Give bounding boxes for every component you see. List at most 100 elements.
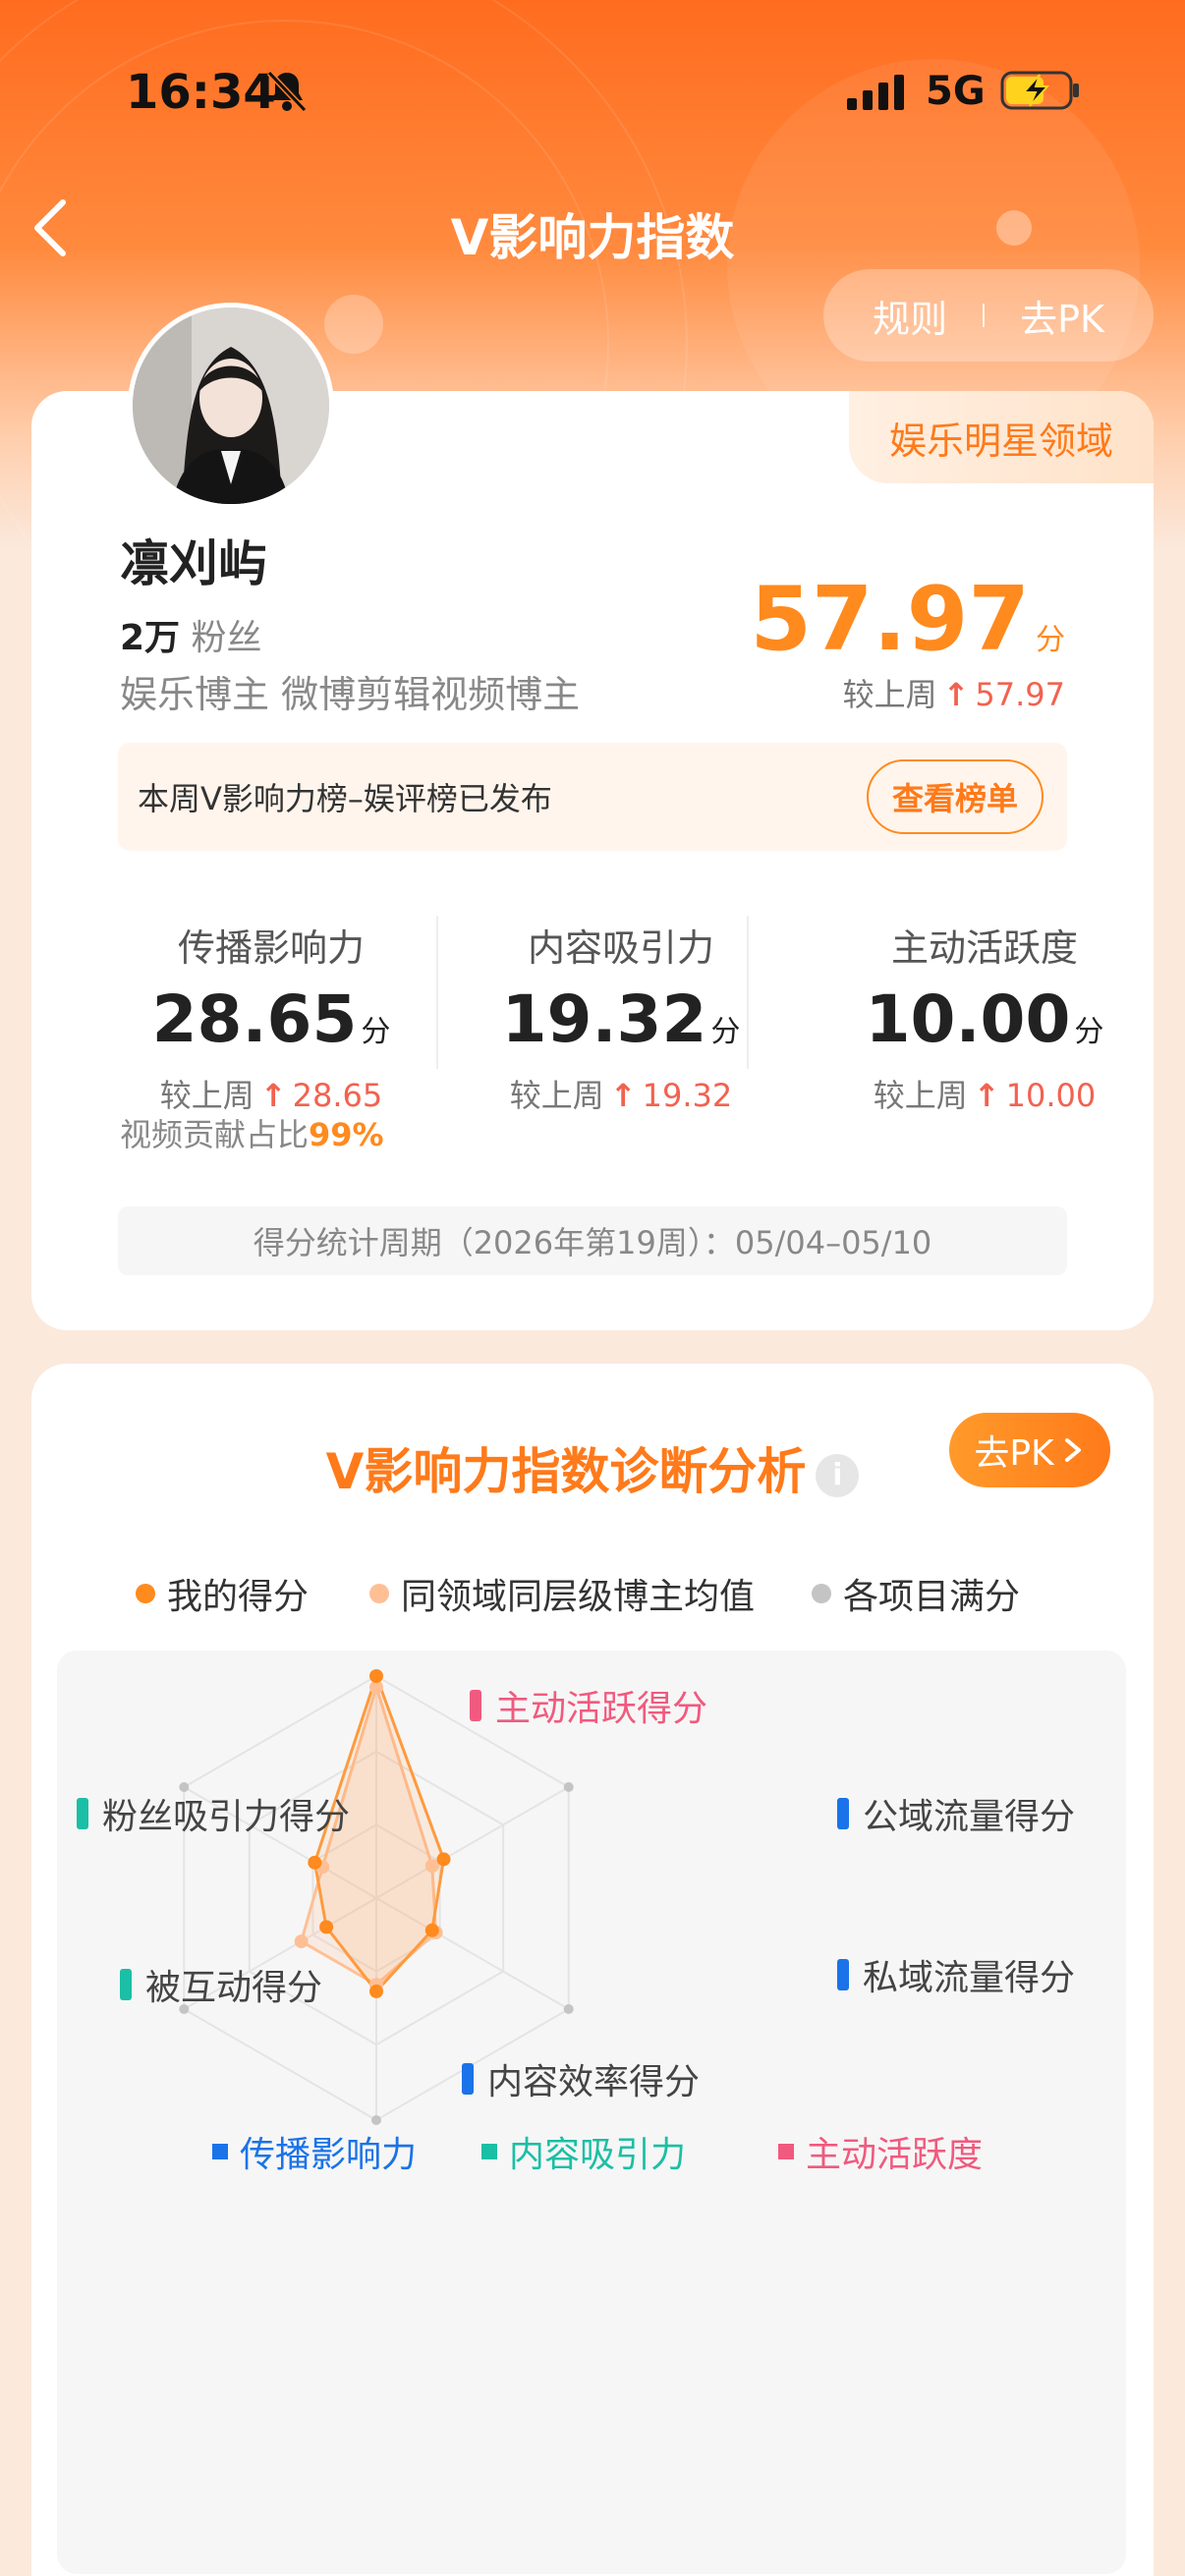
radar-my-score-point [369, 1984, 383, 1998]
bottom-legend-spread: 传播影响力 [212, 2126, 417, 2177]
avatar-image [133, 308, 329, 504]
axis-label-text: 公域流量得分 [863, 1797, 1076, 1837]
divider [436, 916, 438, 1069]
score-compare: 较上周 ↑ 57.97 [843, 670, 1065, 715]
up-arrow-icon: ↑ [942, 676, 970, 713]
axis-label-text: 被互动得分 [145, 1968, 323, 2008]
metric-compare: 较上周 ↑ 10.00 [827, 1071, 1142, 1116]
score-value: 57.97 [750, 568, 1030, 671]
rules-pk-pill: 规则 去PK [823, 269, 1154, 362]
go-pk-chevron-button[interactable]: 去PK [949, 1413, 1110, 1487]
legend-dot [369, 1584, 389, 1603]
score-change: 57.97 [975, 676, 1065, 713]
radar-full-score-point [563, 1782, 574, 1792]
mute-bell-icon [266, 70, 308, 113]
network-type: 5G [926, 69, 986, 114]
legend-square [778, 2144, 794, 2159]
metric-number: 28.65 [151, 981, 358, 1057]
status-time: 16:34 [126, 65, 276, 120]
axis-label-private-traffic: 私域流量得分 [837, 1949, 1075, 2000]
chevron-right-icon [1064, 1438, 1081, 1462]
radar-my-score-point [424, 1923, 439, 1937]
compare-label: 较上周 [873, 1077, 968, 1114]
axis-label-text: 粉丝吸引力得分 [102, 1797, 351, 1837]
metric-unit: 分 [361, 1015, 391, 1049]
metric-value: 19.32 分 [464, 981, 778, 1057]
metric-value: 28.65 分 [114, 981, 428, 1057]
radar-full-score-point [563, 2004, 574, 2014]
axis-label-text: 内容效率得分 [487, 2062, 701, 2102]
domain-tag[interactable]: 娱乐明星领域 [849, 391, 1154, 483]
axis-label-text: 主动活跃得分 [495, 1689, 708, 1729]
battery-charging-icon [1000, 71, 1079, 110]
ranking-notice: 本周V影响力榜–娱评榜已发布 查看榜单 [118, 743, 1067, 851]
status-bar: 16:34 5G [0, 61, 1185, 130]
rules-button[interactable]: 规则 [873, 289, 947, 343]
legend-dot [136, 1584, 155, 1603]
radar-full-score-point [371, 2115, 381, 2125]
axis-label-text: 私域流量得分 [863, 1958, 1076, 1998]
legend-label: 传播影响力 [240, 2135, 418, 2175]
metric-unit: 分 [1074, 1015, 1104, 1049]
score-unit: 分 [1036, 623, 1065, 657]
radar-my-score-point [308, 1855, 322, 1870]
radar-my-score-point [436, 1852, 451, 1867]
up-arrow-icon: ↑ [259, 1077, 287, 1114]
legend-label: 我的得分 [167, 1577, 310, 1617]
axis-marker [462, 2063, 474, 2095]
score-period: 得分统计周期（2026年第19周）：05/04–05/10 [118, 1206, 1067, 1275]
radar-peer-average-point [424, 1859, 439, 1874]
legend-label: 各项目满分 [843, 1577, 1021, 1617]
metric-activity: 主动活跃度 10.00 分 较上周 ↑ 10.00 [827, 918, 1142, 1116]
legend-label: 同领域同层级博主均值 [401, 1577, 756, 1617]
info-icon[interactable]: i [816, 1453, 860, 1497]
avatar[interactable] [128, 303, 334, 509]
metric-change: 10.00 [1005, 1077, 1097, 1114]
diagnosis-title: V影响力指数诊断分析 [325, 1443, 807, 1500]
radar-chart-panel: 主动活跃得分 公域流量得分 私域流量得分 内容效率得分 被互动得分 粉丝吸引力得… [57, 1651, 1126, 2574]
fans-label: 粉丝 [191, 618, 262, 658]
radar-my-score-point [319, 1920, 334, 1934]
compare-label: 较上周 [159, 1077, 254, 1114]
user-name: 凛刈屿 [120, 535, 267, 592]
legend-peer-average: 同领域同层级博主均值 [369, 1568, 755, 1619]
radar-peer-average-point [294, 1934, 309, 1949]
metric-spread: 传播影响力 28.65 分 较上周 ↑ 28.65 [114, 918, 428, 1116]
legend-label: 内容吸引力 [509, 2135, 687, 2175]
up-arrow-icon: ↑ [609, 1077, 637, 1114]
axis-marker [120, 1969, 132, 2000]
go-pk-button[interactable]: 去PK [1020, 289, 1104, 343]
bottom-legend-activity: 主动活跃度 [778, 2126, 983, 2177]
legend-my-score: 我的得分 [136, 1568, 309, 1619]
fans-info: 2万 粉丝 [120, 609, 262, 660]
metric-label: 内容吸引力 [527, 926, 714, 970]
metric-label: 主动活跃度 [890, 926, 1078, 970]
axis-marker [470, 1690, 481, 1721]
axis-label-interaction: 被互动得分 [120, 1959, 322, 2010]
total-score: 57.97 分 [750, 568, 1065, 671]
page-title: V影响力指数 [450, 209, 735, 266]
metric-compare: 较上周 ↑ 19.32 [464, 1071, 778, 1116]
notice-text: 本周V影响力榜–娱评榜已发布 [138, 780, 552, 817]
radar-my-score-point [369, 1669, 383, 1683]
metric-value: 10.00 分 [827, 981, 1142, 1057]
divider [983, 304, 986, 327]
view-ranking-button[interactable]: 查看榜单 [867, 759, 1044, 834]
metric-label: 传播影响力 [177, 926, 365, 970]
axis-marker [77, 1798, 88, 1829]
metric-change: 28.65 [292, 1077, 383, 1114]
diagnosis-card: V影响力指数诊断分析 i 去PK 我的得分 同领域同层级博主均值 各项目满分 主动… [31, 1364, 1154, 2576]
user-tags: 娱乐博主 微博剪辑视频博主 [120, 673, 581, 716]
metric-number: 19.32 [501, 981, 707, 1057]
axis-label-activity: 主动活跃得分 [470, 1680, 707, 1731]
axis-label-fan-attraction: 粉丝吸引力得分 [77, 1788, 350, 1839]
bottom-legend-content: 内容吸引力 [481, 2126, 686, 2177]
influence-card: 娱乐明星领域 凛刈屿 2万 粉丝 娱乐博主 微博剪辑视频博主 57.97 分 较上… [31, 391, 1154, 1330]
video-share-value: 99% [309, 1116, 384, 1153]
pk-label: 去PK [974, 1433, 1054, 1474]
signal-icon [847, 75, 904, 110]
legend-square [212, 2144, 228, 2159]
axis-marker [837, 1959, 849, 1990]
video-share-label: 视频贡献占比 [120, 1116, 310, 1153]
legend-square [481, 2144, 497, 2159]
